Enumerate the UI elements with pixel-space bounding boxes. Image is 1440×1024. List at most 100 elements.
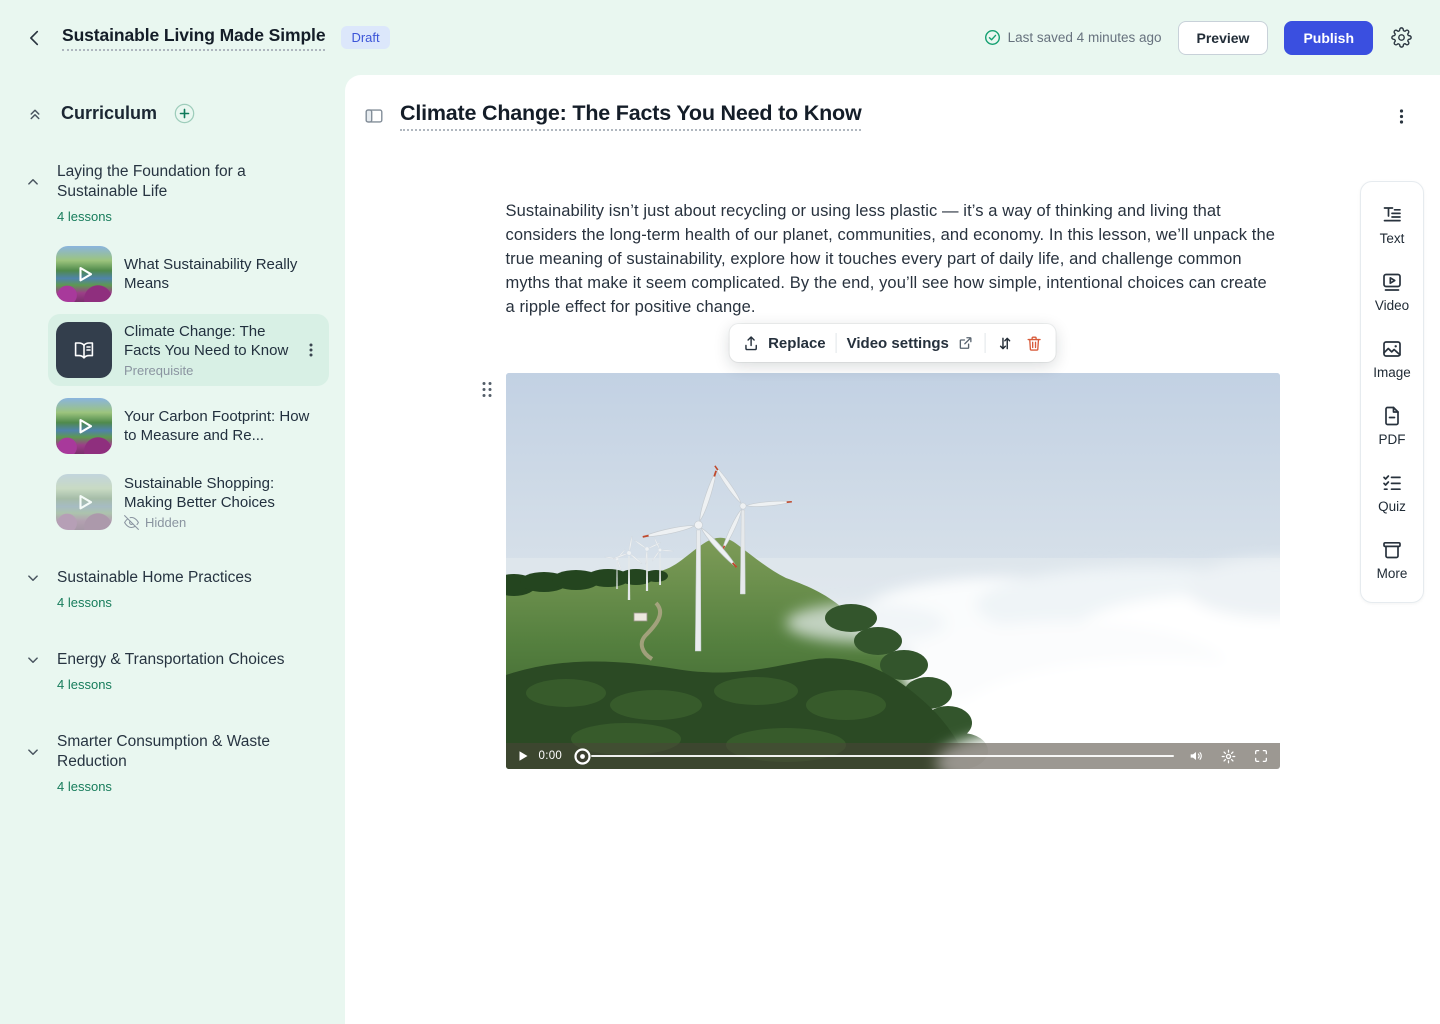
toolbar-item-label: Text: [1380, 231, 1405, 246]
play-icon: [70, 260, 98, 288]
gear-icon: [1221, 749, 1236, 764]
curriculum-section: Laying the Foundation for a Sustainable …: [24, 162, 329, 538]
lesson-title: Your Carbon Footprint: How to Measure an…: [124, 407, 321, 445]
section-lesson-count: 4 lessons: [57, 677, 329, 692]
upload-icon: [741, 334, 760, 353]
chevron-up-icon: [24, 173, 42, 191]
text-icon: [1380, 203, 1404, 227]
insert-element-toolbar: Text Video Image PDF Quiz More: [1360, 181, 1424, 603]
back-button[interactable]: [22, 25, 48, 51]
insert-image-button[interactable]: Image: [1361, 325, 1423, 392]
topbar: Sustainable Living Made Simple Draft Las…: [0, 0, 1440, 75]
gear-icon: [1391, 27, 1412, 48]
pdf-icon: [1380, 404, 1404, 428]
curriculum-section: Smarter Consumption & Waste Reduction 4 …: [24, 732, 329, 794]
lesson-item-hidden[interactable]: Sustainable Shopping: Making Better Choi…: [48, 466, 329, 538]
video-controls: 0:00: [506, 743, 1280, 769]
archive-box-icon: [1380, 538, 1404, 562]
lesson-thumbnail: [56, 474, 112, 530]
section-title: Energy & Transportation Choices: [57, 650, 309, 670]
play-icon: [70, 412, 98, 440]
settings-button[interactable]: [1389, 25, 1414, 50]
eye-off-icon: [124, 515, 139, 530]
toggle-sidebar-button[interactable]: [361, 103, 387, 129]
lesson-thumbnail: [56, 398, 112, 454]
play-icon: [70, 488, 98, 516]
section-title: Smarter Consumption & Waste Reduction: [57, 732, 309, 772]
delete-block-button[interactable]: [1025, 334, 1044, 353]
section-lesson-count: 4 lessons: [57, 209, 329, 224]
trash-icon: [1025, 334, 1044, 353]
section-title: Sustainable Home Practices: [57, 568, 309, 588]
seek-bar[interactable]: [574, 748, 1173, 765]
kebab-icon: [1393, 108, 1410, 125]
lesson-thumbnail: [56, 246, 112, 302]
video-icon: [1380, 270, 1404, 294]
plus-circle-icon: [174, 103, 195, 124]
section-lesson-count: 4 lessons: [57, 779, 329, 794]
player-settings-button[interactable]: [1219, 747, 1238, 766]
panel-toggle-icon: [363, 105, 385, 127]
toolbar-item-label: Quiz: [1378, 499, 1406, 514]
curriculum-heading: Curriculum: [61, 103, 157, 124]
preview-button[interactable]: Preview: [1178, 21, 1269, 55]
chevron-down-icon: [24, 743, 42, 761]
insert-quiz-button[interactable]: Quiz: [1361, 459, 1423, 526]
volume-button[interactable]: [1186, 746, 1206, 766]
video-block: Replace Video settings: [506, 373, 1280, 769]
publish-button[interactable]: Publish: [1284, 21, 1373, 55]
play-button[interactable]: [515, 748, 531, 764]
scrubber-handle[interactable]: [574, 748, 591, 765]
section-title: Laying the Foundation for a Sustainable …: [57, 162, 309, 202]
move-block-button[interactable]: [996, 334, 1015, 353]
fullscreen-icon: [1253, 748, 1269, 764]
collapse-all-button[interactable]: [24, 103, 46, 125]
lesson-note: Prerequisite: [124, 363, 289, 378]
toolbar-item-label: Video: [1375, 298, 1409, 313]
chevron-down-icon: [24, 569, 42, 587]
toolbar-item-label: Image: [1373, 365, 1411, 380]
lesson-item[interactable]: What Sustainability Really Means: [48, 238, 329, 310]
lesson-title: Sustainable Shopping: Making Better Choi…: [124, 474, 321, 512]
section-header[interactable]: Laying the Foundation for a Sustainable …: [24, 162, 329, 202]
lesson-editor: Climate Change: The Facts You Need to Kn…: [345, 75, 1440, 1024]
lesson-thumbnail: [56, 322, 112, 378]
video-player[interactable]: 0:00: [506, 373, 1280, 769]
lesson-item-selected[interactable]: Climate Change: The Facts You Need to Kn…: [48, 314, 329, 386]
curriculum-section: Energy & Transportation Choices 4 lesson…: [24, 650, 329, 692]
insert-pdf-button[interactable]: PDF: [1361, 392, 1423, 459]
chevron-left-icon: [24, 27, 46, 49]
progress-track: [591, 755, 1173, 757]
chevron-down-icon: [24, 651, 42, 669]
lesson-options-button[interactable]: [1391, 106, 1412, 127]
more-elements-button[interactable]: More: [1361, 526, 1423, 593]
save-status-text: Last saved 4 minutes ago: [1008, 30, 1162, 45]
toolbar-item-label: More: [1377, 566, 1408, 581]
lesson-page-title[interactable]: Climate Change: The Facts You Need to Kn…: [400, 101, 861, 131]
replace-button[interactable]: Replace: [741, 334, 826, 353]
lesson-item[interactable]: Your Carbon Footprint: How to Measure an…: [48, 390, 329, 462]
replace-label: Replace: [768, 335, 826, 352]
image-icon: [1380, 337, 1404, 361]
check-circle-icon: [984, 29, 1001, 46]
lesson-intro-paragraph[interactable]: Sustainability isn’t just about recyclin…: [506, 199, 1280, 319]
current-time: 0:00: [539, 750, 563, 762]
course-title[interactable]: Sustainable Living Made Simple: [62, 25, 325, 51]
insert-text-button[interactable]: Text: [1361, 191, 1423, 258]
video-settings-button[interactable]: Video settings: [847, 334, 975, 352]
section-header[interactable]: Smarter Consumption & Waste Reduction: [24, 732, 329, 772]
external-link-icon: [957, 334, 975, 352]
lesson-menu-button[interactable]: [301, 340, 321, 360]
video-settings-label: Video settings: [847, 335, 949, 352]
drag-handle-icon[interactable]: [480, 380, 494, 399]
status-badge: Draft: [341, 26, 389, 49]
double-chevron-up-icon: [26, 105, 44, 123]
lesson-title: What Sustainability Really Means: [124, 255, 321, 293]
play-icon: [517, 750, 529, 762]
section-header[interactable]: Energy & Transportation Choices: [24, 650, 329, 670]
lesson-title: Climate Change: The Facts You Need to Kn…: [124, 322, 289, 360]
add-section-button[interactable]: [172, 101, 197, 126]
fullscreen-button[interactable]: [1251, 746, 1271, 766]
section-header[interactable]: Sustainable Home Practices: [24, 568, 329, 588]
insert-video-button[interactable]: Video: [1361, 258, 1423, 325]
